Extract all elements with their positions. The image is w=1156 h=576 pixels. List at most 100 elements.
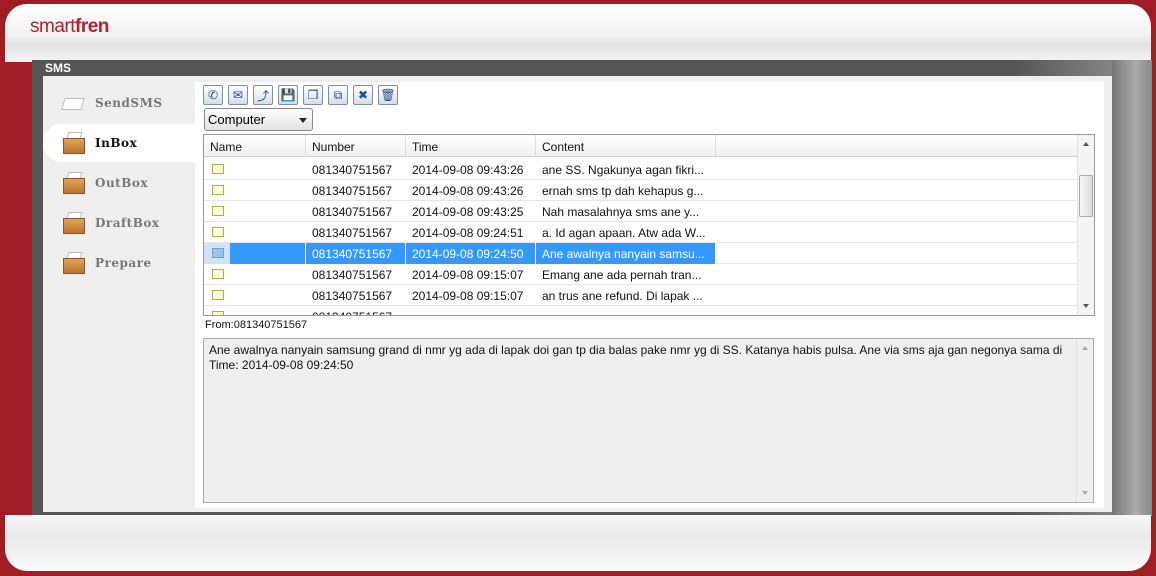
cell-content: [536, 306, 716, 315]
cell-time: 2014-09-08 09:43:26: [412, 163, 524, 177]
send-sms-icon: [61, 92, 87, 114]
cell-content: Ane awalnya nanyain samsu...: [536, 243, 716, 264]
table-header: Name Number Time Content: [204, 135, 1077, 157]
cell-name: [204, 222, 306, 243]
message-scrollbar[interactable]: [1076, 339, 1093, 502]
message-icon: [212, 311, 224, 315]
cell-name: [204, 285, 306, 306]
table-row[interactable]: 081340751567 2014-09-08 09:43:26 ernah sms…: [204, 180, 1077, 201]
sidebar-item-label: DraftBox: [95, 216, 160, 230]
message-icon: [212, 290, 224, 300]
cell-number: 081340751567: [306, 306, 406, 315]
smartfren-logo: smartfren: [30, 16, 109, 37]
cell-number: 081340751567: [312, 268, 393, 282]
table-row[interactable]: 081340751567 2014-09-08 09:43:25 Nah masal…: [204, 201, 1077, 222]
table-row[interactable]: 081340751567 2014-09-08 09:24:51 a. Id aga…: [204, 222, 1077, 243]
inbox-table: Name Number Time Content 081340751567 201…: [203, 134, 1095, 316]
app-footer: [5, 515, 1151, 571]
message-body: Ane awalnya nanyain samsung grand di nmr…: [209, 343, 1063, 357]
sidebar-item-draftbox[interactable]: DraftBox: [43, 204, 195, 242]
sidebar-item-label: SendSMS: [95, 96, 163, 110]
prepare-icon: [61, 252, 87, 274]
delete-icon: ✖: [357, 88, 369, 102]
sidebar: SendSMS InBox OutBox DraftBox Prepare: [43, 82, 195, 282]
cell-name: [204, 306, 306, 315]
storage-select[interactable]: Computer: [204, 108, 313, 131]
cell-content: ernah sms tp dah kehapus g...: [542, 184, 704, 198]
cell-content: ane SS. Ngakunya agan fikri...: [542, 163, 705, 177]
cell-number: 081340751567: [312, 205, 393, 219]
column-header-time[interactable]: Time: [406, 135, 536, 157]
cell-name: [204, 264, 306, 285]
message-icon: [212, 248, 224, 258]
inbox-icon: [61, 132, 87, 154]
table-row[interactable]: 081340751567 2014-09-08 09:15:07 an trus a…: [204, 285, 1077, 306]
cell-number: 081340751567: [312, 163, 393, 177]
message-detail[interactable]: Ane awalnya nanyain samsung grand di nmr…: [203, 338, 1094, 503]
delete-all-button[interactable]: 🗑: [378, 85, 398, 105]
cell-time: 2014-09-08 09:24:50: [406, 243, 536, 264]
cell-content: Emang ane ada pernah tran...: [542, 268, 702, 282]
move-icon: ⧉: [333, 87, 343, 102]
app-header: [5, 4, 1151, 62]
scroll-down-icon[interactable]: [1082, 491, 1088, 495]
reply-icon: ✉: [232, 88, 244, 102]
delete-all-icon: 🗑: [380, 88, 396, 102]
cell-number: 081340751567: [306, 243, 406, 264]
message-time: Time: 2014-09-08 09:24:50: [209, 358, 354, 372]
table-row[interactable]: 081340751567 2014-09-08 09:15:07 Emang ane…: [204, 264, 1077, 285]
cell-name: [204, 159, 306, 180]
scroll-up-icon[interactable]: [1082, 346, 1088, 350]
cell-name: [204, 243, 230, 264]
scroll-up-icon[interactable]: [1083, 142, 1089, 146]
reply-button[interactable]: ✉: [228, 85, 248, 105]
message-icon: [212, 269, 224, 279]
forward-icon: ⤴: [256, 88, 269, 103]
scroll-thumb[interactable]: [1079, 175, 1093, 217]
table-row[interactable]: 081340751567 2014-09-08 09:24:50 Ane awaln…: [204, 243, 1077, 264]
save-icon: 💾: [280, 88, 296, 102]
sidebar-item-label: OutBox: [95, 176, 149, 190]
cell-number: 081340751567: [312, 184, 393, 198]
forward-button[interactable]: ⤴: [253, 85, 273, 105]
column-header-content[interactable]: Content: [536, 135, 716, 157]
column-header-number[interactable]: Number: [306, 135, 406, 157]
sidebar-item-sendsms[interactable]: SendSMS: [43, 84, 195, 122]
sidebar-item-inbox[interactable]: InBox: [43, 124, 195, 162]
sidebar-item-label: Prepare: [95, 256, 152, 270]
cell-time: [406, 306, 536, 315]
chevron-down-icon: [299, 118, 307, 123]
call-icon: ✆: [207, 88, 219, 102]
move-button[interactable]: ⧉: [328, 85, 348, 105]
message-icon: [212, 185, 224, 195]
section-title: SMS: [45, 61, 72, 75]
save-button[interactable]: 💾: [278, 85, 298, 105]
storage-select-value: Computer: [208, 112, 266, 127]
cell-name: [204, 201, 306, 222]
cell-number: 081340751567: [312, 226, 393, 240]
scroll-down-icon[interactable]: [1083, 304, 1089, 308]
cell-number: 081340751567: [312, 289, 393, 303]
table-scrollbar[interactable]: [1077, 135, 1094, 315]
draftbox-icon: [61, 212, 87, 234]
call-button[interactable]: ✆: [203, 85, 223, 105]
cell-content: an trus ane refund. Di lapak ...: [542, 289, 703, 303]
column-header-name[interactable]: Name: [204, 135, 306, 157]
delete-button[interactable]: ✖: [353, 85, 373, 105]
decorative-swoosh: [1112, 60, 1152, 516]
cell-content: Nah masalahnya sms ane y...: [542, 205, 700, 219]
sidebar-item-outbox[interactable]: OutBox: [43, 164, 195, 202]
cell-content: a. Id agan apaan. Atw ada W...: [542, 226, 706, 240]
table-row[interactable]: 081340751567: [204, 306, 1077, 315]
outbox-icon: [61, 172, 87, 194]
cell-time: 2014-09-08 09:15:07: [412, 268, 524, 282]
copy-icon: ❐: [307, 88, 319, 102]
message-icon: [212, 206, 224, 216]
sidebar-item-prepare[interactable]: Prepare: [43, 244, 195, 282]
cell-time: 2014-09-08 09:15:07: [412, 289, 524, 303]
sidebar-item-label: InBox: [95, 136, 138, 150]
table-row[interactable]: 081340751567 2014-09-08 09:43:26 ane SS. …: [204, 159, 1077, 180]
cell-time: 2014-09-08 09:43:25: [412, 205, 524, 219]
message-icon: [212, 164, 224, 174]
copy-button[interactable]: ❐: [303, 85, 323, 105]
